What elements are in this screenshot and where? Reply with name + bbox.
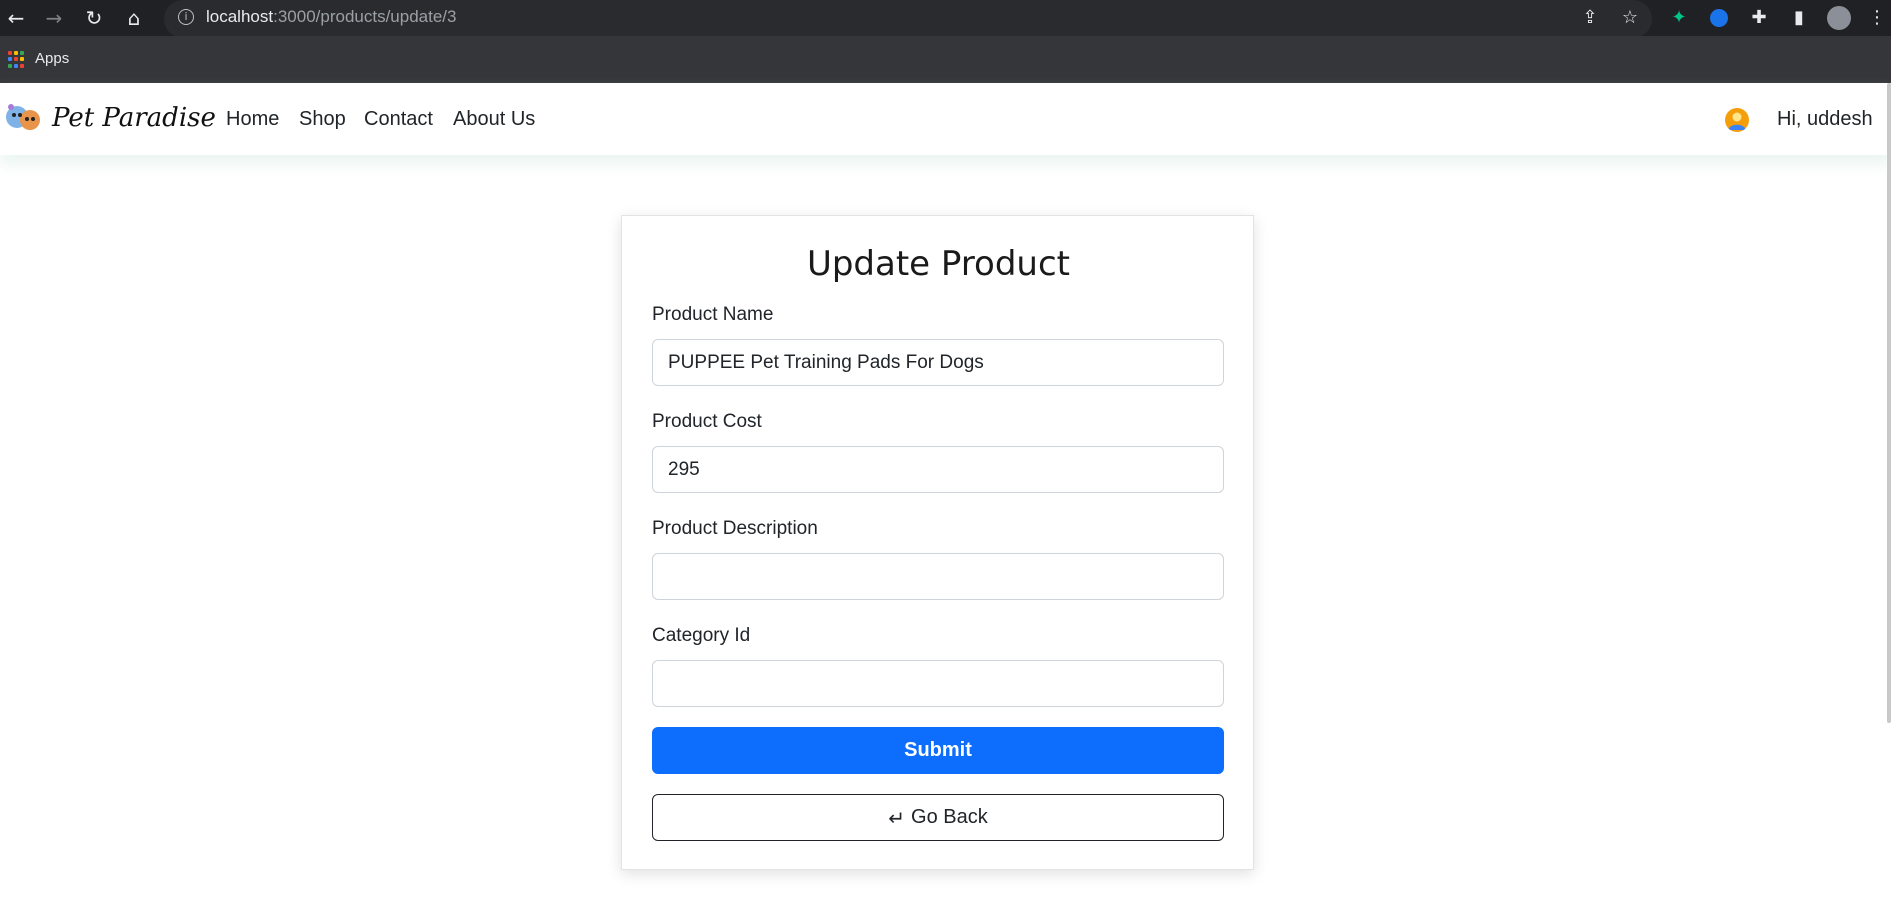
- url-path: :3000/products/update/3: [273, 7, 457, 26]
- category-id-input[interactable]: [652, 660, 1224, 707]
- reload-icon[interactable]: ↻: [80, 4, 108, 32]
- site-navbar: Pet Paradise Home Shop Contact About Us …: [0, 83, 1891, 155]
- back-arrow-icon[interactable]: ←: [2, 4, 30, 32]
- profile-avatar-icon[interactable]: [1826, 5, 1852, 31]
- page-scrollbar[interactable]: [1887, 83, 1891, 723]
- url-text[interactable]: localhost:3000/products/update/3: [206, 7, 456, 27]
- product-name-label: Product Name: [652, 304, 774, 325]
- apps-bookmark[interactable]: Apps: [35, 50, 69, 67]
- apps-grid-icon[interactable]: [8, 51, 25, 68]
- bookmarks-bar: [0, 36, 1891, 83]
- side-panel-icon[interactable]: ▮: [1786, 5, 1812, 31]
- arrow-return-left-icon: ↵: [888, 805, 906, 830]
- nav-link-contact[interactable]: Contact: [364, 108, 433, 131]
- product-cost-input[interactable]: [652, 446, 1224, 493]
- bookmark-star-icon[interactable]: ☆: [1617, 5, 1643, 31]
- product-description-input[interactable]: [652, 553, 1224, 600]
- go-back-label: Go Back: [911, 806, 988, 828]
- brand-name[interactable]: Pet Paradise: [52, 103, 216, 133]
- pet-logo-icon[interactable]: [5, 101, 41, 135]
- update-product-card: Update Product Product Name Product Cost…: [621, 215, 1254, 870]
- category-id-label: Category Id: [652, 625, 751, 646]
- url-host: localhost: [206, 7, 274, 26]
- product-description-label: Product Description: [652, 518, 818, 539]
- extension-blue-icon[interactable]: [1706, 5, 1732, 31]
- nav-link-shop[interactable]: Shop: [299, 108, 346, 131]
- share-icon[interactable]: ⇪: [1577, 5, 1603, 31]
- extensions-puzzle-icon[interactable]: ✚: [1746, 5, 1772, 31]
- extension-bird-icon[interactable]: ✦: [1666, 5, 1692, 31]
- nav-link-home[interactable]: Home: [226, 108, 279, 131]
- form-title: Update Product: [806, 244, 1071, 284]
- site-info-icon[interactable]: i: [178, 9, 194, 25]
- forward-arrow-icon[interactable]: →: [40, 4, 68, 32]
- more-menu-icon[interactable]: ⋮: [1864, 5, 1890, 31]
- home-icon[interactable]: ⌂: [120, 4, 148, 32]
- user-avatar-icon[interactable]: [1725, 108, 1749, 132]
- go-back-button[interactable]: ↵ Go Back: [652, 794, 1224, 841]
- user-greeting[interactable]: Hi, uddesh: [1777, 108, 1873, 131]
- product-name-input[interactable]: [652, 339, 1224, 386]
- submit-button[interactable]: Submit: [652, 727, 1224, 774]
- nav-link-about-us[interactable]: About Us: [453, 108, 535, 131]
- product-cost-label: Product Cost: [652, 411, 762, 432]
- browser-toolbar: ← → ↻ ⌂ i localhost:3000/products/update…: [0, 0, 1891, 38]
